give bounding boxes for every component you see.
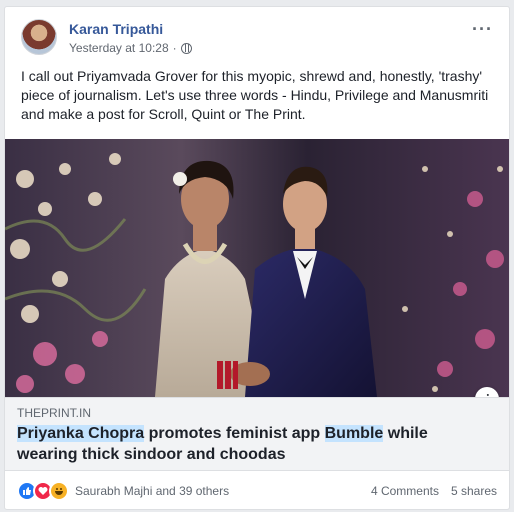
link-domain: THEPRINT.IN [17, 406, 92, 420]
post-card: Karan Tripathi Yesterday at 10:28 · ··· … [4, 6, 510, 510]
author-name[interactable]: Karan Tripathi [69, 21, 163, 37]
post-text: I call out Priyamvada Grover for this my… [21, 68, 489, 122]
headline-part-3: Bumble [324, 425, 384, 442]
globe-icon[interactable] [180, 42, 192, 54]
meta-separator: · [172, 41, 177, 55]
link-headline[interactable]: Priyanka Chopra promotes feminist app Bu… [17, 423, 487, 465]
photo-illustration [5, 139, 509, 397]
comments-count[interactable]: 4 Comments [371, 484, 439, 498]
headline-part-2: promotes feminist app [144, 425, 325, 442]
engagement-counts: 4 Comments 5 shares [371, 484, 497, 498]
link-preview-image[interactable]: i [5, 139, 509, 397]
haha-icon [49, 481, 69, 501]
author-avatar[interactable] [21, 19, 57, 55]
reactions-summary[interactable]: Saurabh Majhi and 39 others [17, 481, 229, 501]
post-header: Karan Tripathi Yesterday at 10:28 · ··· [17, 17, 499, 63]
shares-count[interactable]: 5 shares [451, 484, 497, 498]
post-meta: Yesterday at 10:28 · [69, 41, 192, 55]
reaction-names[interactable]: Saurabh Majhi and 39 others [75, 484, 229, 498]
link-preview[interactable]: THEPRINT.IN Priyanka Chopra promotes fem… [5, 397, 509, 471]
post-footer: Saurabh Majhi and 39 others 4 Comments 5… [17, 477, 497, 505]
headline-part-1: Priyanka Chopra [17, 425, 145, 442]
post-timestamp[interactable]: Yesterday at 10:28 [69, 41, 169, 55]
more-options-icon[interactable]: ··· [472, 19, 493, 40]
